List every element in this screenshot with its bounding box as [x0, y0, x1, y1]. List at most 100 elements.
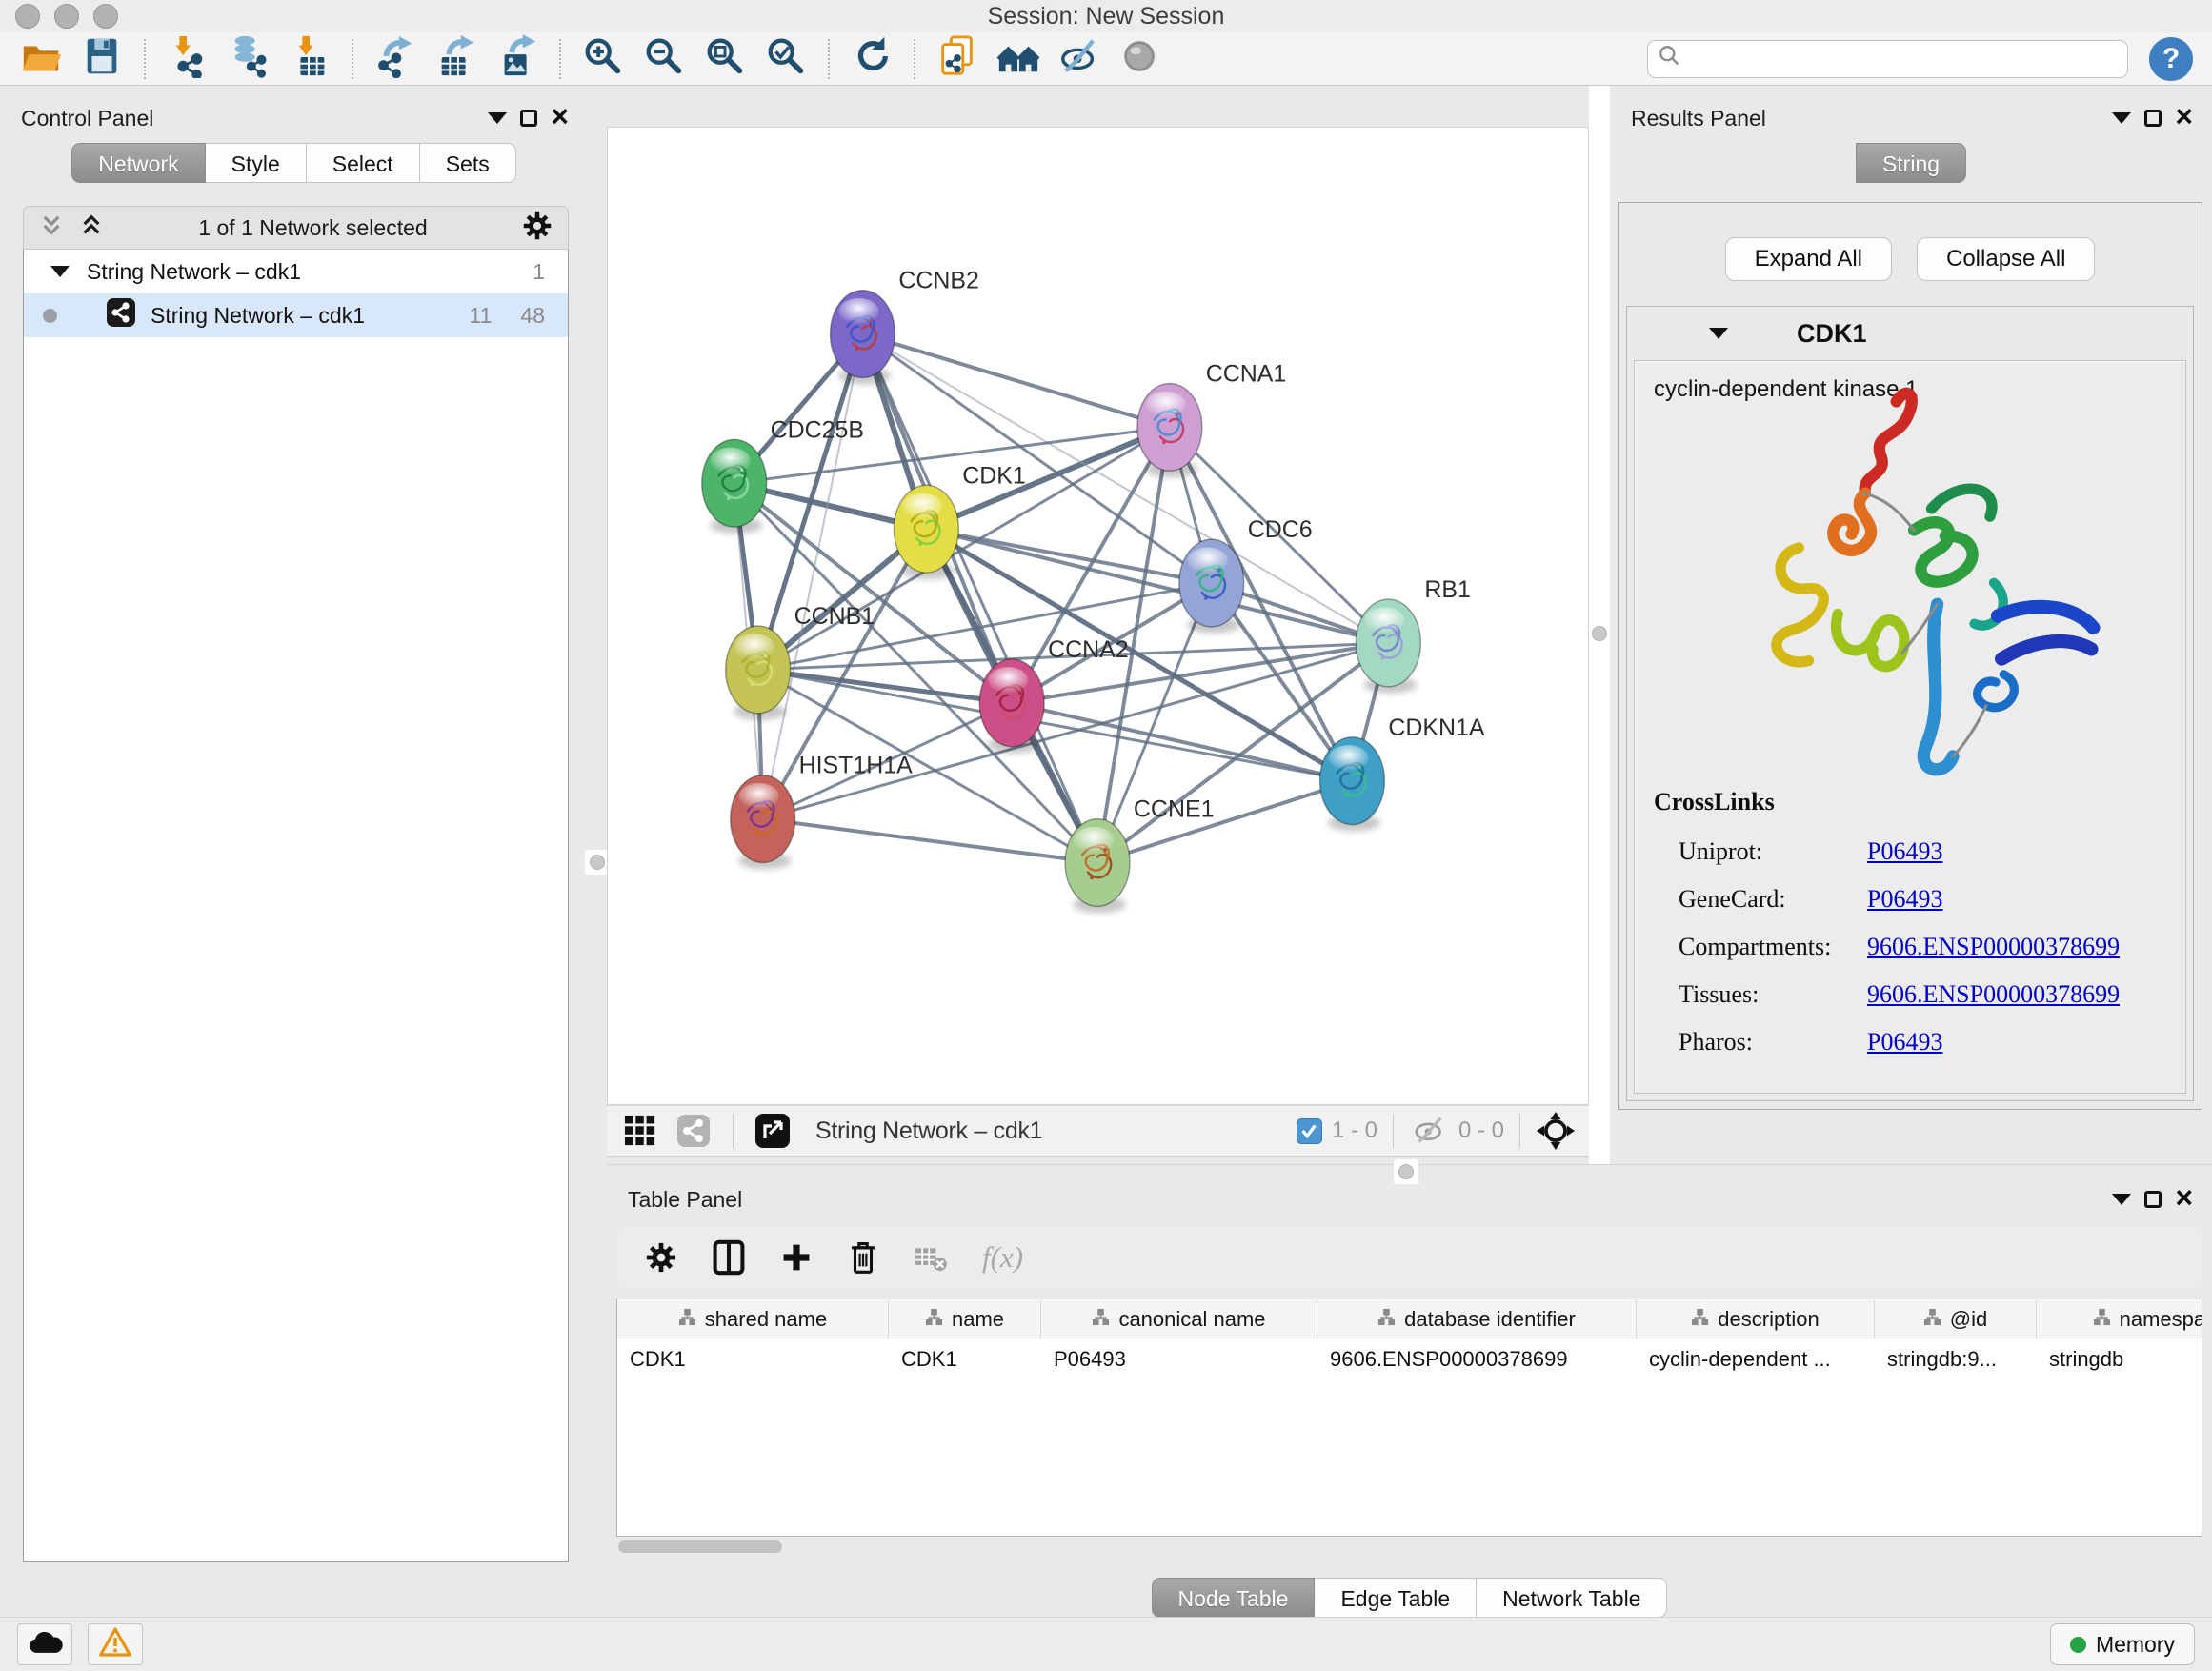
expand-all-button[interactable]: Expand All — [1725, 237, 1892, 281]
column-header-description[interactable]: description — [1637, 1299, 1875, 1339]
panel-float-icon[interactable] — [520, 110, 537, 127]
zoom-in-button[interactable] — [575, 35, 631, 83]
splitter-handle[interactable] — [1592, 626, 1607, 641]
zoom-out-button[interactable] — [636, 35, 692, 83]
node-CCNE1[interactable] — [1065, 819, 1130, 914]
node-visibility-checkbox[interactable] — [1297, 1118, 1322, 1144]
refresh-view-button[interactable] — [844, 35, 899, 83]
expander-icon[interactable] — [50, 266, 70, 277]
splitter-handle[interactable] — [1398, 1164, 1414, 1179]
column-header-database-identifier[interactable]: database identifier — [1317, 1299, 1637, 1339]
scrollbar-thumb[interactable] — [618, 1540, 782, 1553]
tab-network-table[interactable]: Network Table — [1477, 1578, 1667, 1618]
gear-icon[interactable] — [522, 211, 553, 246]
show-panel-button[interactable] — [1113, 35, 1168, 83]
crosslink-link[interactable]: P06493 — [1867, 885, 1942, 914]
grid-view-icon[interactable] — [620, 1111, 660, 1151]
tab-sets[interactable]: Sets — [420, 143, 516, 183]
crosslink-link[interactable]: 9606.ENSP00000378699 — [1867, 980, 2120, 1009]
node-RB1[interactable] — [1356, 599, 1420, 694]
locate-crosshair-icon[interactable] — [1536, 1111, 1576, 1151]
tab-select[interactable]: Select — [307, 143, 420, 183]
crosslink-link[interactable]: 9606.ENSP00000378699 — [1867, 933, 2120, 961]
network-collection-row[interactable]: String Network – cdk1 1 — [24, 250, 568, 293]
table-cell[interactable]: stringdb:9... — [1875, 1339, 2037, 1379]
table-cell[interactable]: CDK1 — [889, 1339, 1041, 1379]
panel-close-icon[interactable]: × — [2175, 108, 2193, 125]
detach-view-icon[interactable] — [753, 1111, 793, 1151]
save-session-button[interactable] — [74, 35, 130, 83]
expand-all-icon[interactable] — [79, 214, 104, 242]
panel-close-icon[interactable]: × — [551, 108, 569, 125]
node-CDKN1A[interactable] — [1320, 737, 1385, 832]
tab-string[interactable]: String — [1856, 143, 1966, 183]
add-column-icon[interactable] — [780, 1241, 813, 1274]
warnings-button[interactable] — [88, 1623, 143, 1665]
table-cell[interactable]: cyclin-dependent ... — [1637, 1339, 1875, 1379]
crosslink-link[interactable]: P06493 — [1867, 837, 1942, 866]
edge-CCNB2-CCNA1[interactable] — [862, 334, 1169, 428]
column-header-name[interactable]: name — [889, 1299, 1041, 1339]
right-splitter[interactable] — [1589, 86, 1610, 1164]
cloud-status-button[interactable] — [17, 1623, 72, 1665]
table-cell[interactable]: P06493 — [1041, 1339, 1317, 1379]
table-cell[interactable]: stringdb — [2037, 1339, 2202, 1379]
column-header-namespace[interactable]: namespace — [2037, 1299, 2202, 1339]
delete-column-icon[interactable] — [847, 1239, 879, 1276]
tab-node-table[interactable]: Node Table — [1152, 1578, 1316, 1618]
show-columns-icon[interactable] — [712, 1238, 746, 1277]
edge-CCNB2-RB1[interactable] — [862, 334, 1388, 643]
crosslink-link[interactable]: P06493 — [1867, 1028, 1942, 1057]
panel-menu-icon[interactable] — [2112, 112, 2131, 124]
import-table-button[interactable] — [282, 35, 337, 83]
table-settings-gear-icon[interactable] — [645, 1241, 677, 1274]
share-network-gray-icon[interactable] — [674, 1111, 714, 1151]
hide-panel-button[interactable] — [1052, 35, 1107, 83]
table-row[interactable]: CDK1CDK1P064939606.ENSP00000378699cyclin… — [617, 1339, 2202, 1379]
splitter-handle[interactable] — [590, 855, 605, 870]
collapse-all-button[interactable]: Collapse All — [1917, 237, 2095, 281]
help-button[interactable]: ? — [2149, 37, 2193, 81]
panel-menu-icon[interactable] — [2112, 1194, 2131, 1205]
export-table-button[interactable] — [429, 35, 484, 83]
table-cell[interactable]: CDK1 — [617, 1339, 889, 1379]
column-header-shared-name[interactable]: shared name — [617, 1299, 889, 1339]
export-network-button[interactable] — [368, 35, 423, 83]
network-row[interactable]: String Network – cdk1 11 48 — [24, 293, 568, 337]
zoom-selected-button[interactable] — [758, 35, 814, 83]
node-HIST1H1A[interactable] — [731, 775, 795, 870]
tab-style[interactable]: Style — [206, 143, 307, 183]
tab-network[interactable]: Network — [71, 143, 205, 183]
node-CDC25B[interactable] — [702, 439, 767, 534]
network-canvas[interactable]: CCNB2CCNA1CDC25BCDK1CDC6RB1CCNB1CCNA2CDK… — [607, 127, 1589, 1105]
panel-float-icon[interactable] — [2144, 1191, 2162, 1208]
table-cell[interactable]: 9606.ENSP00000378699 — [1317, 1339, 1637, 1379]
section-expander-icon[interactable] — [1709, 328, 1728, 339]
export-image-button[interactable] — [490, 35, 545, 83]
edge-CCNB2-HIST1H1A[interactable] — [763, 334, 863, 819]
tab-edge-table[interactable]: Edge Table — [1315, 1578, 1477, 1618]
zoom-fit-button[interactable] — [697, 35, 753, 83]
table-splitter[interactable] — [607, 1165, 2212, 1180]
node-CDC6[interactable] — [1179, 539, 1244, 634]
edge-CCNA2-CDKN1A[interactable] — [1012, 703, 1352, 781]
import-network-database-button[interactable] — [221, 35, 276, 83]
column-header-canonical-name[interactable]: canonical name — [1041, 1299, 1317, 1339]
column-header-@id[interactable]: @id — [1875, 1299, 2037, 1339]
collapse-all-icon[interactable] — [39, 214, 64, 242]
edge-CCNB2-CCNE1[interactable] — [862, 334, 1097, 863]
left-splitter[interactable] — [588, 86, 607, 1164]
node-CCNB1[interactable] — [726, 626, 791, 720]
edge-RB1-HIST1H1A[interactable] — [763, 643, 1389, 819]
string-import-button[interactable] — [930, 35, 985, 83]
edge-CCNE1-HIST1H1A[interactable] — [763, 819, 1097, 863]
panel-menu-icon[interactable] — [488, 112, 507, 124]
panel-close-icon[interactable]: × — [2175, 1189, 2193, 1206]
open-session-button[interactable] — [13, 35, 69, 83]
panel-float-icon[interactable] — [2144, 110, 2162, 127]
memory-button[interactable]: Memory — [2050, 1623, 2195, 1665]
houses-button[interactable] — [991, 35, 1046, 83]
node-CCNB2[interactable] — [831, 291, 895, 385]
import-network-file-button[interactable] — [160, 35, 215, 83]
search-input[interactable] — [1690, 47, 2118, 71]
